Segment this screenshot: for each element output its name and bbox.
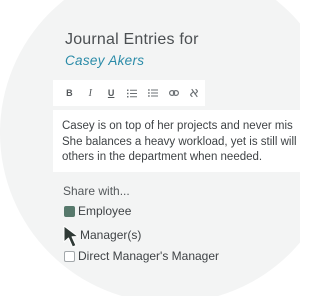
- editor-text-line: She balances a heavy workload, yet is st…: [62, 135, 297, 148]
- share-option-employee[interactable]: Employee: [64, 204, 131, 218]
- bold-button[interactable]: B: [59, 82, 80, 104]
- unlink-icon: [190, 88, 199, 98]
- editor-text-line: Casey is on top of her projects and neve…: [62, 120, 293, 132]
- rich-text-toolbar: B I U: [53, 80, 205, 106]
- page-title: Journal Entries for: [65, 31, 199, 48]
- link-button[interactable]: [163, 82, 184, 104]
- journal-entry-editor[interactable]: Casey is on top of her projects and neve…: [53, 110, 300, 172]
- journal-entry-stage: Journal Entries for Casey Akers B I U Ca…: [0, 0, 300, 296]
- share-option-label: Direct Manager's Manager: [78, 249, 220, 263]
- italic-button[interactable]: I: [80, 82, 101, 104]
- share-with-heading: Share with...: [63, 184, 130, 198]
- numbered-list-icon: [127, 89, 137, 97]
- employee-checkbox[interactable]: [64, 205, 75, 217]
- link-icon: [168, 90, 179, 96]
- share-option-managers[interactable]: Manager(s): [64, 228, 141, 242]
- journal-entry-panel: Journal Entries for Casey Akers B I U Ca…: [53, 0, 300, 296]
- underline-button[interactable]: U: [101, 82, 122, 104]
- direct-managers-manager-checkbox[interactable]: [64, 250, 75, 262]
- share-option-direct-managers-manager[interactable]: Direct Manager's Manager: [64, 249, 219, 263]
- employee-name: Casey Akers: [65, 53, 145, 68]
- editor-text-line: others in the department when needed.: [62, 151, 263, 163]
- bulleted-list-button[interactable]: [142, 82, 163, 104]
- share-option-label: Employee: [78, 204, 132, 218]
- bold-icon: B: [66, 88, 73, 98]
- bulleted-list-icon: [147, 89, 158, 97]
- unlink-button[interactable]: [184, 82, 205, 104]
- numbered-list-button[interactable]: [122, 82, 143, 104]
- share-option-label: Manager(s): [80, 228, 142, 242]
- italic-icon: I: [88, 87, 92, 99]
- underline-icon: U: [107, 88, 115, 98]
